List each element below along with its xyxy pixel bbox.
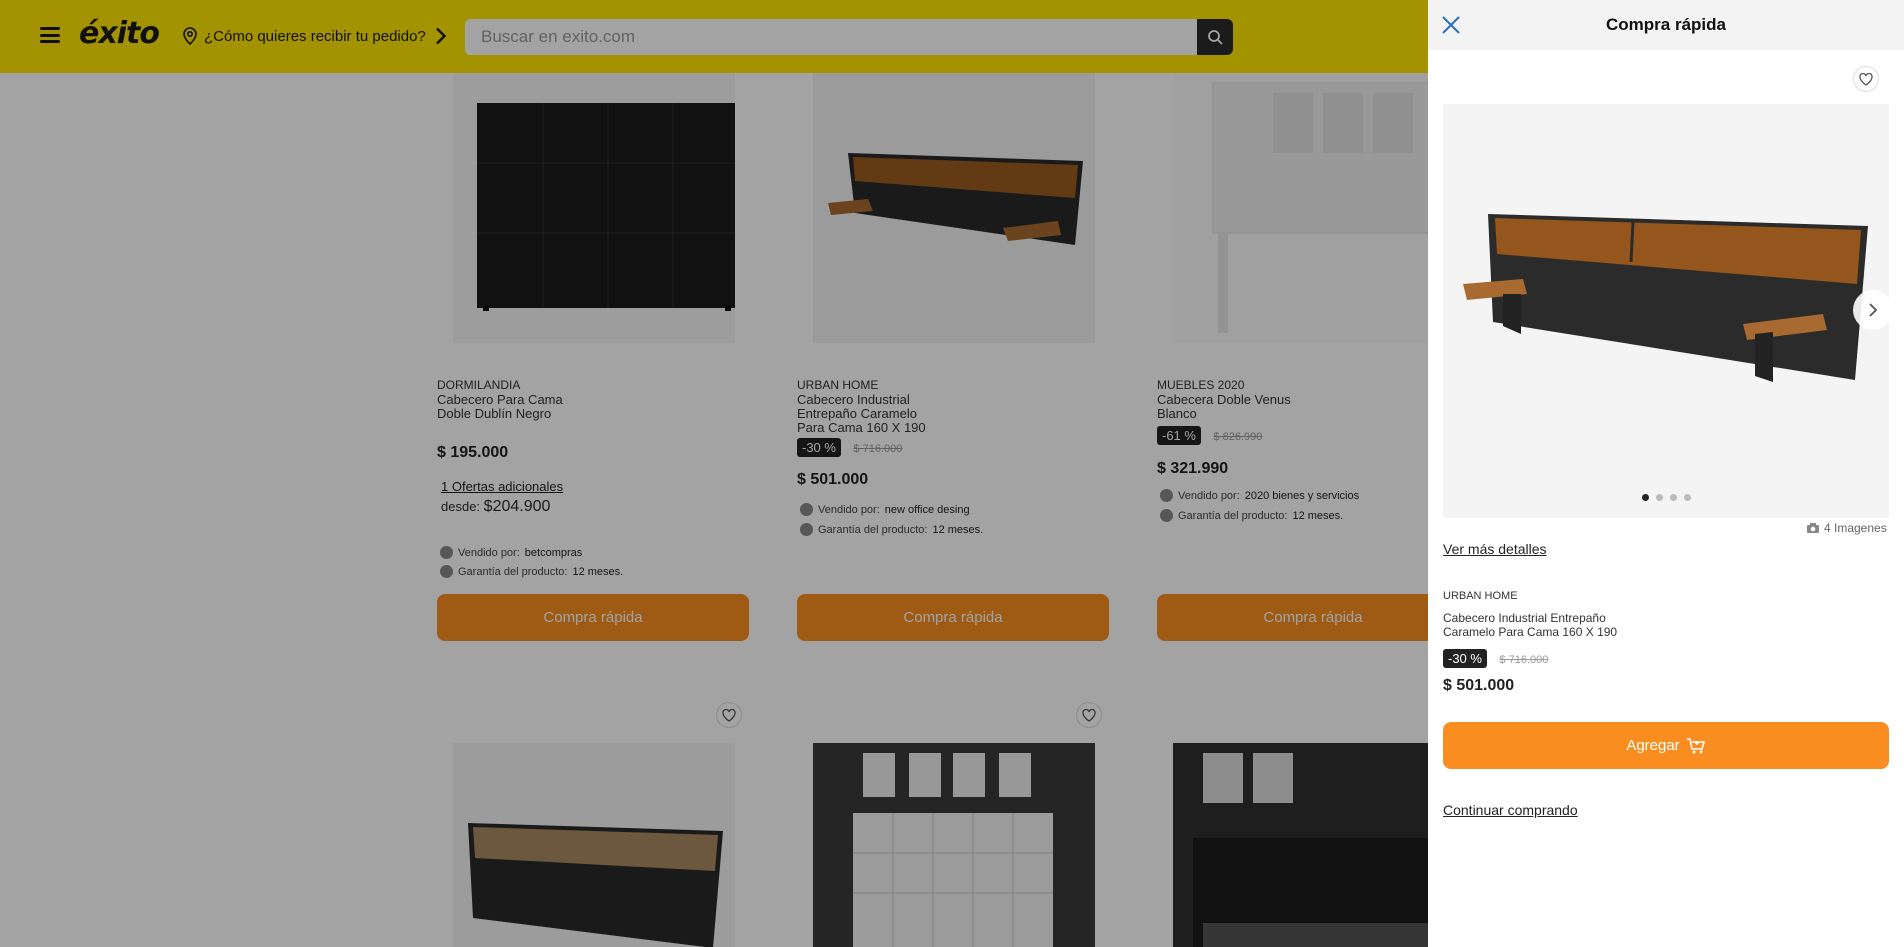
chevron-right-icon xyxy=(1869,303,1878,317)
quick-buy-panel: Compra rápida 4 Imagenes Ver más detalle… xyxy=(1428,0,1904,947)
product-gallery[interactable] xyxy=(1443,104,1893,518)
cart-icon xyxy=(1686,737,1705,753)
heart-icon xyxy=(1859,72,1873,86)
add-to-cart-button[interactable]: Agregar xyxy=(1443,722,1889,769)
panel-header: Compra rápida xyxy=(1428,0,1904,50)
continue-shopping-link[interactable]: Continuar comprando xyxy=(1443,802,1578,818)
discount-badge: -30 % xyxy=(1443,649,1487,668)
product-brand: URBAN HOME xyxy=(1443,590,1518,602)
add-to-cart-label: Agregar xyxy=(1626,737,1680,754)
price-discount-row: -30 % $ 716.000 xyxy=(1443,649,1548,668)
product-name: Cabecero Industrial Entrepaño Caramelo P… xyxy=(1443,611,1618,639)
page: éxito ¿Cómo quieres recibir tu pedido? D… xyxy=(0,0,1904,947)
product-price: $ 501.000 xyxy=(1443,677,1515,694)
gallery-dot[interactable] xyxy=(1655,494,1663,501)
gallery-dots xyxy=(1443,494,1889,501)
old-price: $ 716.000 xyxy=(1499,654,1549,666)
next-image-button[interactable] xyxy=(1853,290,1893,330)
modal-backdrop[interactable] xyxy=(0,0,1428,947)
image-count-text: 4 Imagenes xyxy=(1824,521,1887,535)
gallery-dot[interactable] xyxy=(1669,494,1677,501)
image-count: 4 Imagenes xyxy=(1806,521,1887,535)
gallery-dot[interactable] xyxy=(1683,494,1691,501)
see-more-details-link[interactable]: Ver más detalles xyxy=(1443,541,1547,557)
panel-title: Compra rápida xyxy=(1606,15,1726,34)
product-image xyxy=(1463,214,1868,382)
camera-icon xyxy=(1807,523,1819,533)
favorite-button[interactable] xyxy=(1853,66,1879,92)
gallery-dot[interactable] xyxy=(1641,494,1649,501)
